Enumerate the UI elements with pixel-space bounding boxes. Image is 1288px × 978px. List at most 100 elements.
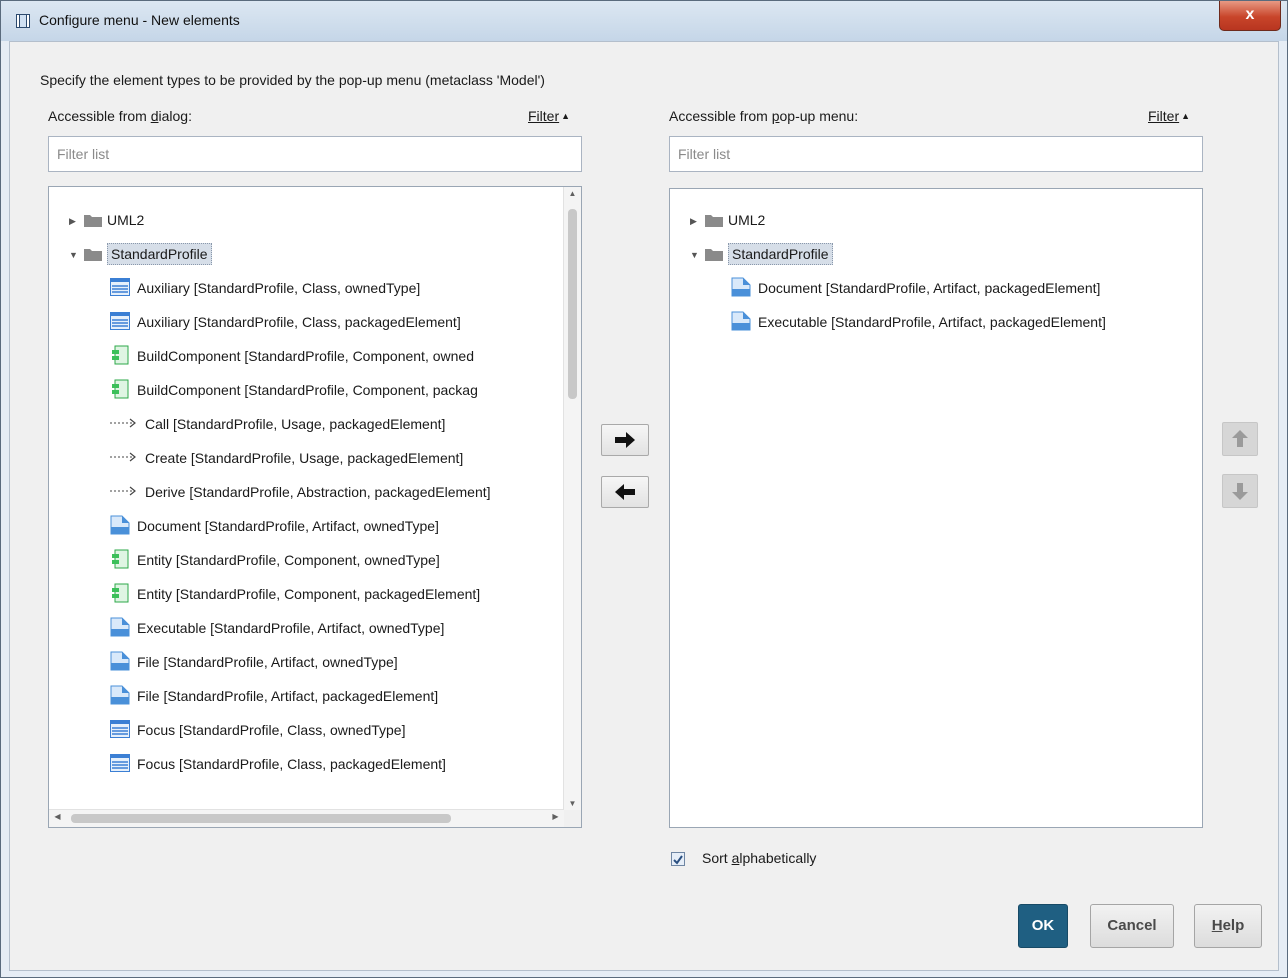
tree-element-row[interactable]: Auxiliary [StandardProfile, Class, owned…	[109, 275, 420, 301]
tree-element-row[interactable]: Document [StandardProfile, Artifact, pac…	[730, 275, 1100, 301]
window-title: Configure menu - New elements	[39, 12, 240, 28]
tree-element-row[interactable]: Focus [StandardProfile, Class, packagedE…	[109, 751, 446, 777]
artifact-icon	[110, 617, 130, 637]
close-button[interactable]: x	[1219, 1, 1281, 31]
tree-element-row[interactable]: File [StandardProfile, Artifact, ownedTy…	[109, 649, 398, 675]
tree-item-label: Entity [StandardProfile, Component, pack…	[137, 586, 481, 602]
tree-element-row[interactable]: Auxiliary [StandardProfile, Class, packa…	[109, 309, 461, 335]
artifact-icon	[731, 277, 751, 297]
expand-down-icon[interactable]: ▼	[69, 242, 83, 268]
tree-item-label: UML2	[728, 212, 766, 228]
tree-element-row[interactable]: Document [StandardProfile, Artifact, own…	[109, 513, 439, 539]
left-element-tree[interactable]: ▶ UML2 ▼ StandardProfile Auxiliary [Standard…	[48, 186, 582, 828]
folder-icon	[705, 215, 723, 227]
left-vertical-scrollbar[interactable]: ▲ ▼	[563, 187, 581, 810]
sort-label[interactable]: Sort alphabetically	[702, 850, 816, 866]
caret-up-icon: ▲	[1181, 111, 1191, 121]
dialog-body: Specify the element types to be provided…	[9, 41, 1279, 971]
artifact-icon	[110, 515, 130, 535]
left-panel-label: Accessible from dialog:	[48, 108, 192, 124]
scroll-down-icon[interactable]: ▼	[564, 799, 581, 808]
tree-item-label: Auxiliary [StandardProfile, Class, packa…	[137, 314, 461, 330]
right-filter-input[interactable]	[669, 136, 1203, 172]
tree-item-label: Create [StandardProfile, Usage, packaged…	[145, 450, 464, 466]
left-hscroll-thumb[interactable]	[71, 814, 451, 823]
tree-item-label: UML2	[107, 212, 145, 228]
instruction-text: Specify the element types to be provided…	[40, 72, 545, 88]
tree-element-row[interactable]: Derive [StandardProfile, Abstraction, pa…	[109, 479, 491, 505]
left-filter-input[interactable]	[48, 136, 582, 172]
cancel-button[interactable]: Cancel	[1090, 904, 1174, 948]
tree-element-row[interactable]: Entity [StandardProfile, Component, owne…	[109, 547, 440, 573]
expand-right-icon[interactable]: ▶	[690, 208, 704, 234]
component-icon	[112, 379, 129, 399]
tree-element-row[interactable]: Call [StandardProfile, Usage, packagedEl…	[109, 411, 445, 437]
class-icon	[110, 312, 130, 330]
tree-item-label: Document [StandardProfile, Artifact, pac…	[758, 280, 1101, 296]
help-button[interactable]: Help	[1194, 904, 1262, 948]
tree-folder-row[interactable]: ▶ UML2	[690, 207, 765, 233]
arrow-up-icon	[1232, 430, 1248, 447]
tree-element-row[interactable]: Executable [StandardProfile, Artifact, p…	[730, 309, 1106, 335]
class-icon	[110, 278, 130, 296]
class-icon	[110, 754, 130, 772]
remove-from-menu-button[interactable]	[601, 476, 649, 508]
left-filter-toggle[interactable]: Filter ▲	[528, 108, 570, 124]
tree-element-row[interactable]: BuildComponent [StandardProfile, Compone…	[109, 377, 478, 403]
tree-folder-row[interactable]: ▼ StandardProfile	[690, 241, 833, 267]
add-to-menu-button[interactable]	[601, 424, 649, 456]
dependency-arrow-icon	[110, 486, 136, 496]
tree-item-label: File [StandardProfile, Artifact, package…	[137, 688, 439, 704]
artifact-icon	[731, 311, 751, 331]
tree-item-label: Derive [StandardProfile, Abstraction, pa…	[145, 484, 491, 500]
class-icon	[110, 720, 130, 738]
component-icon	[112, 549, 129, 569]
tree-item-label: Focus [StandardProfile, Class, ownedType…	[137, 722, 406, 738]
title-bar[interactable]: Configure menu - New elements x	[1, 1, 1287, 41]
right-filter-toggle[interactable]: Filter ▲	[1148, 108, 1190, 124]
tree-item-label: File [StandardProfile, Artifact, ownedTy…	[137, 654, 398, 670]
tree-item-label: Entity [StandardProfile, Component, owne…	[137, 552, 440, 568]
tree-item-label: Executable [StandardProfile, Artifact, p…	[758, 314, 1106, 330]
tree-item-label: BuildComponent [StandardProfile, Compone…	[137, 348, 474, 364]
expand-down-icon[interactable]: ▼	[690, 242, 704, 268]
checkmark-icon	[673, 855, 683, 865]
tree-element-row[interactable]: File [StandardProfile, Artifact, package…	[109, 683, 438, 709]
tree-element-row[interactable]: BuildComponent [StandardProfile, Compone…	[109, 343, 474, 369]
right-panel-label: Accessible from pop-up menu:	[669, 108, 859, 124]
left-vscroll-thumb[interactable]	[568, 209, 577, 399]
left-horizontal-scrollbar[interactable]: ◀ ▶	[49, 809, 564, 827]
tree-element-row[interactable]: Executable [StandardProfile, Artifact, o…	[109, 615, 444, 641]
tree-item-label: StandardProfile	[728, 243, 833, 265]
dependency-arrow-icon	[110, 452, 136, 462]
tree-element-row[interactable]: Focus [StandardProfile, Class, ownedType…	[109, 717, 405, 743]
ok-button[interactable]: OK	[1018, 904, 1068, 948]
tree-folder-row[interactable]: ▶ UML2	[69, 207, 144, 233]
move-down-button[interactable]	[1222, 474, 1258, 508]
tree-folder-row[interactable]: ▼ StandardProfile	[69, 241, 212, 267]
tree-item-label: StandardProfile	[107, 243, 212, 265]
expand-right-icon[interactable]: ▶	[69, 208, 83, 234]
arrow-right-icon	[615, 432, 635, 448]
tree-item-label: Focus [StandardProfile, Class, packagedE…	[137, 756, 446, 772]
folder-icon	[84, 249, 102, 261]
artifact-icon	[110, 685, 130, 705]
arrow-left-icon	[615, 484, 635, 500]
caret-up-icon: ▲	[561, 111, 571, 121]
dependency-arrow-icon	[110, 418, 136, 428]
move-up-button[interactable]	[1222, 422, 1258, 456]
scrollbar-corner	[564, 810, 581, 827]
tree-element-row[interactable]: Create [StandardProfile, Usage, packaged…	[109, 445, 463, 471]
sort-checkbox[interactable]	[671, 852, 685, 866]
right-element-tree[interactable]: ▶ UML2 ▼ StandardProfile Document [StandardP…	[669, 188, 1203, 828]
scroll-left-icon[interactable]: ◀	[49, 812, 66, 821]
tree-item-label: Document [StandardProfile, Artifact, own…	[137, 518, 439, 534]
tree-element-row[interactable]: Entity [StandardProfile, Component, pack…	[109, 581, 480, 607]
window-icon	[16, 14, 30, 28]
component-icon	[112, 345, 129, 365]
scroll-up-icon[interactable]: ▲	[564, 189, 581, 198]
folder-icon	[84, 215, 102, 227]
close-icon: x	[1245, 6, 1255, 23]
component-icon	[112, 583, 129, 603]
scroll-right-icon[interactable]: ▶	[547, 812, 564, 821]
